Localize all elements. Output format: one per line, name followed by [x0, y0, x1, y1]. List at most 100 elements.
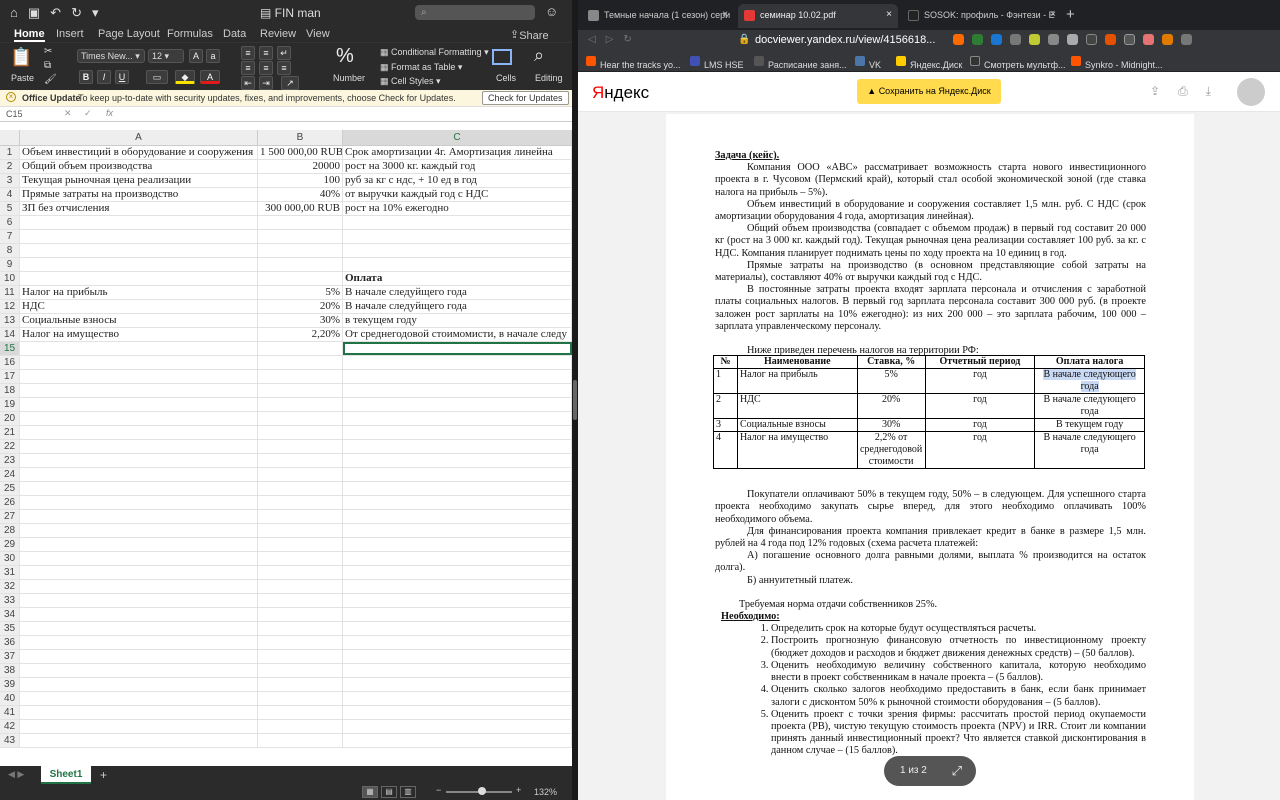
decrease-indent-icon[interactable]: ⇤ [241, 76, 255, 90]
cell-b[interactable]: 20000 [258, 160, 343, 173]
row-header[interactable]: 5 [0, 202, 20, 215]
cell-a[interactable] [20, 258, 258, 271]
cell-a[interactable]: Социальные взносы [20, 314, 258, 327]
row-header[interactable]: 19 [0, 398, 20, 411]
row-header[interactable]: 15 [0, 342, 20, 355]
row-header[interactable]: 40 [0, 692, 20, 705]
zoom-slider-knob[interactable] [478, 787, 486, 795]
row-header[interactable]: 14 [0, 328, 20, 341]
extension-icon[interactable] [1067, 34, 1078, 45]
row-header[interactable]: 3 [0, 174, 20, 187]
cell-c[interactable] [343, 440, 572, 453]
confirm-icon[interactable]: ✓ [84, 108, 92, 119]
cell-b[interactable] [258, 552, 343, 565]
cell-c[interactable] [343, 720, 572, 733]
cell-a[interactable] [20, 594, 258, 607]
extension-icon[interactable] [1048, 34, 1059, 45]
cell-b[interactable] [258, 398, 343, 411]
cell-a[interactable] [20, 692, 258, 705]
cell-a[interactable] [20, 398, 258, 411]
align-top-icon[interactable]: ≡ [241, 46, 255, 60]
check-for-updates-button[interactable]: Check for Updates [482, 91, 569, 105]
row-header[interactable]: 33 [0, 594, 20, 607]
row-header[interactable]: 36 [0, 636, 20, 649]
cell-c[interactable] [343, 468, 572, 481]
cell-a[interactable] [20, 370, 258, 383]
close-tab-icon[interactable]: × [886, 9, 892, 20]
cell-c[interactable] [343, 398, 572, 411]
increase-font-icon[interactable]: A [189, 49, 203, 63]
close-tab-icon[interactable]: × [1050, 9, 1056, 20]
conditional-formatting-button[interactable]: ▦ Conditional Formatting ▾ [380, 47, 489, 58]
cell-c[interactable] [343, 594, 572, 607]
font-color-icon[interactable]: A [200, 70, 220, 84]
row-header[interactable]: 11 [0, 286, 20, 299]
find-icon[interactable]: ⌕ [534, 45, 544, 66]
row-header[interactable]: 4 [0, 188, 20, 201]
cell-c[interactable] [343, 608, 572, 621]
sheet-nav-icon[interactable]: ◀ ▶ [8, 769, 24, 780]
cell-b[interactable] [258, 230, 343, 243]
cell-c[interactable] [343, 258, 572, 271]
percent-icon[interactable]: % [336, 45, 354, 68]
cell-b[interactable]: 20% [258, 300, 343, 313]
cell-b[interactable] [258, 720, 343, 733]
row-header[interactable]: 16 [0, 356, 20, 369]
cell-a[interactable] [20, 524, 258, 537]
cell-a[interactable] [20, 510, 258, 523]
cell-b[interactable] [258, 426, 343, 439]
cell-b[interactable] [258, 650, 343, 663]
row-header[interactable]: 28 [0, 524, 20, 537]
cell-a[interactable] [20, 538, 258, 551]
row-header[interactable]: 18 [0, 384, 20, 397]
cell-c[interactable]: от выручки каждый год с НДС [343, 188, 572, 201]
cell-b[interactable] [258, 510, 343, 523]
cell-c[interactable] [343, 692, 572, 705]
extension-icon[interactable] [1162, 34, 1173, 45]
row-header[interactable]: 21 [0, 426, 20, 439]
extension-icon[interactable] [1143, 34, 1154, 45]
extension-icon[interactable] [953, 34, 964, 45]
cell-b[interactable] [258, 468, 343, 481]
extension-icon[interactable] [1010, 34, 1021, 45]
cell-b[interactable] [258, 244, 343, 257]
bookmark[interactable]: Расписание заня... [754, 56, 847, 70]
row-header[interactable]: 10 [0, 272, 20, 285]
cell-c[interactable] [343, 230, 572, 243]
cell-a[interactable] [20, 622, 258, 635]
zoom-in-icon[interactable]: + [516, 785, 521, 795]
page-layout-view-icon[interactable]: ▤ [381, 786, 397, 798]
cell-b[interactable] [258, 482, 343, 495]
function-icon[interactable]: fx [106, 108, 113, 118]
align-center-icon[interactable]: ≡ [259, 61, 273, 75]
bold-button[interactable]: B [79, 70, 93, 84]
cell-c[interactable] [343, 664, 572, 677]
cell-c[interactable] [343, 636, 572, 649]
cell-a[interactable]: Прямые затраты на производство [20, 188, 258, 201]
cell-c[interactable]: В начале следуйщего года [343, 286, 572, 299]
extension-icon[interactable] [991, 34, 1002, 45]
avatar[interactable] [1237, 78, 1265, 106]
cell-a[interactable]: Общий объем производства [20, 160, 258, 173]
cell-b[interactable] [258, 580, 343, 593]
cancel-icon[interactable]: ✕ [64, 108, 72, 119]
row-header[interactable]: 29 [0, 538, 20, 551]
cell-b[interactable] [258, 566, 343, 579]
cell-c[interactable] [343, 524, 572, 537]
redo-icon[interactable]: ↻ [71, 5, 82, 21]
page-break-view-icon[interactable]: ▥ [400, 786, 416, 798]
row-header[interactable]: 13 [0, 314, 20, 327]
cell-b[interactable]: 100 [258, 174, 343, 187]
cell-b[interactable]: 5% [258, 286, 343, 299]
cell-b[interactable] [258, 734, 343, 747]
row-header[interactable]: 12 [0, 300, 20, 313]
increase-indent-icon[interactable]: ⇥ [259, 76, 273, 90]
cell-c[interactable]: рост на 3000 кг. каждый год [343, 160, 572, 173]
tab-page-layout[interactable]: Page Layout [98, 28, 160, 40]
cell-b[interactable] [258, 496, 343, 509]
cell-b[interactable] [258, 272, 343, 285]
row-header[interactable]: 32 [0, 580, 20, 593]
row-header[interactable]: 23 [0, 454, 20, 467]
cell-c[interactable] [343, 370, 572, 383]
cell-a[interactable] [20, 244, 258, 257]
